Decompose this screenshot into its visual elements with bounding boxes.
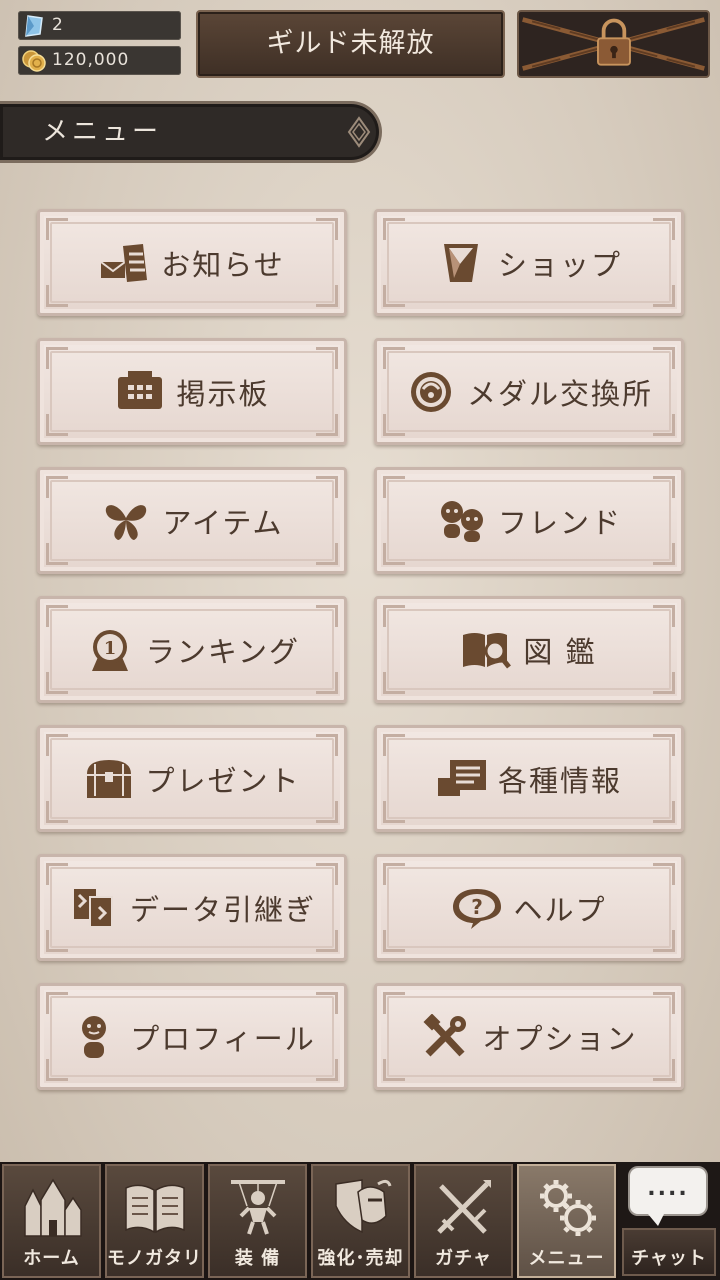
nav-menu[interactable]: メニュー (515, 1162, 618, 1280)
profile-button[interactable]: プロフィール (37, 983, 347, 1090)
treasure-chest-icon (87, 759, 132, 798)
gears-icon (539, 1180, 596, 1236)
notice-letters-icon (100, 243, 148, 282)
nav-enhance-sell-label: 強化･売却 (317, 1248, 404, 1269)
gem-counter: 2 (18, 11, 181, 40)
puppet-icon (230, 1180, 285, 1235)
crystal-icon (25, 15, 43, 37)
friend-label: フレンド (497, 505, 622, 540)
shop-button[interactable]: ショップ (374, 209, 684, 316)
data-transfer-label: データ引継ぎ (129, 892, 316, 927)
data-transfer-icon (73, 888, 113, 928)
gem-count: 2 (52, 15, 64, 35)
gold-counter: 120,000 (18, 46, 181, 75)
padlock-chains-icon (522, 17, 705, 71)
gold-amount: 120,000 (52, 50, 130, 70)
chat-label: チャット (631, 1248, 707, 1269)
svg-text:?: ? (472, 895, 484, 919)
bulletin-board-button[interactable]: 掲示板 (37, 338, 347, 445)
chat-bubble-icon: .... (628, 1166, 708, 1226)
menu-grid: お知らせ ショップ 掲示板 メダル交換所 アイテム フレンド 1 ランキング 図… (37, 209, 684, 1090)
guild-button[interactable]: ギルド未解放 (196, 10, 505, 78)
ranking-button[interactable]: 1 ランキング (37, 596, 347, 703)
nav-home-label: ホーム (23, 1248, 80, 1269)
nav-story-label: モノガタリ (107, 1248, 202, 1269)
book-magnifier-icon (463, 632, 512, 669)
data-transfer-button[interactable]: データ引継ぎ (37, 854, 347, 961)
help-button[interactable]: ? ヘルプ (374, 854, 684, 961)
present-label: プレゼント (145, 763, 301, 798)
present-button[interactable]: プレゼント (37, 725, 347, 832)
shop-label: ショップ (497, 247, 622, 282)
nav-home[interactable]: ホーム (0, 1162, 103, 1280)
locked-feature-button[interactable] (517, 10, 710, 78)
info-label: 各種情報 (497, 763, 622, 798)
item-label: アイテム (162, 505, 284, 540)
info-stack-icon (437, 759, 486, 796)
tools-icon (423, 1013, 467, 1056)
open-book-icon (124, 1184, 185, 1234)
crossed-swords-icon (436, 1180, 491, 1234)
notice-label: お知らせ (161, 247, 285, 282)
chat-dots: .... (647, 1176, 689, 1201)
chat-button[interactable]: .... チャット (618, 1162, 720, 1280)
butterfly-item-icon (106, 504, 147, 540)
medal-exchange-label: メダル交換所 (466, 376, 653, 411)
ranking-label: ランキング (145, 634, 301, 669)
ornament-icon (347, 116, 371, 148)
help-label: ヘルプ (513, 892, 607, 927)
castle-icon (23, 1178, 82, 1237)
gold-coins-icon (22, 50, 46, 72)
shop-crystal-icon (443, 243, 478, 282)
notice-button[interactable]: お知らせ (37, 209, 347, 316)
medal-exchange-button[interactable]: メダル交換所 (374, 338, 684, 445)
encyclopedia-button[interactable]: 図 鑑 (374, 596, 684, 703)
svg-text:1: 1 (104, 638, 117, 659)
bulletin-board-label: 掲示板 (176, 376, 270, 411)
help-question-icon: ? (453, 888, 502, 929)
profile-icon (82, 1015, 107, 1058)
nav-gacha-label: ガチャ (435, 1248, 492, 1269)
page-title: メニュー (42, 117, 163, 147)
friend-button[interactable]: フレンド (374, 467, 684, 574)
menu-title-bar: メニュー (0, 101, 382, 163)
bulletin-board-icon (118, 370, 163, 409)
nav-equipment[interactable]: 装 備 (206, 1162, 309, 1280)
nav-story[interactable]: モノガタリ (103, 1162, 206, 1280)
item-button[interactable]: アイテム (37, 467, 347, 574)
nav-equipment-label: 装 備 (234, 1248, 281, 1269)
guild-label: ギルド未解放 (266, 28, 435, 59)
shield-helmet-icon (334, 1179, 391, 1234)
bottom-nav: ホーム モノガタリ 装 備 強化･売却 ガチャ メニュー .... チャット (0, 1162, 720, 1280)
medal-exchange-icon (410, 371, 451, 412)
nav-menu-label: メニュー (528, 1248, 605, 1269)
ranking-medal-icon: 1 (91, 629, 128, 671)
nav-gacha[interactable]: ガチャ (412, 1162, 515, 1280)
option-button[interactable]: オプション (374, 983, 684, 1090)
option-label: オプション (482, 1021, 638, 1056)
info-button[interactable]: 各種情報 (374, 725, 684, 832)
friends-icon (440, 500, 483, 542)
profile-label: プロフィール (130, 1021, 316, 1056)
nav-enhance-sell[interactable]: 強化･売却 (309, 1162, 412, 1280)
encyclopedia-label: 図 鑑 (523, 634, 597, 669)
